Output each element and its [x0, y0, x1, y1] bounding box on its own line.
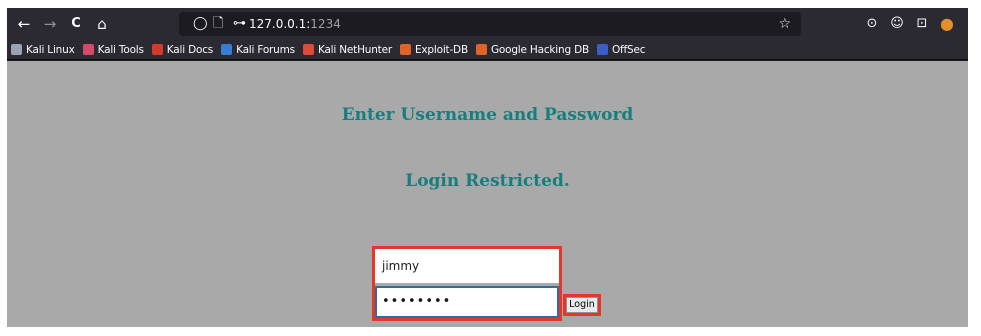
page-icon[interactable]: 🗋: [213, 14, 223, 34]
bookmark-favicon-icon: [151, 44, 163, 55]
forward-icon[interactable]: →: [39, 14, 61, 34]
key-icon[interactable]: ⊶: [233, 14, 246, 34]
bookmark-item[interactable]: Kali Forums: [221, 44, 295, 56]
home-icon[interactable]: ⌂: [91, 14, 113, 34]
url-host: 127.0.0.1:: [249, 17, 311, 31]
profile-icon[interactable]: ⬤: [937, 14, 957, 34]
bookmark-favicon-icon: [221, 44, 233, 55]
bookmark-label: OffSec: [611, 43, 646, 56]
page-heading: Enter Username and Password: [341, 105, 634, 125]
bookmark-item[interactable]: Kali NetHunter: [302, 43, 392, 56]
bookmark-label: Kali Linux: [26, 43, 75, 56]
bookmark-favicon-icon: [11, 44, 22, 55]
bookmark-label: Exploit-DB: [414, 43, 468, 56]
browser-window: ← → C ⌂ ◯ 🗋 ⊶ 127.0.0.1:1234 ☆ ⊙ ☺ ⊡ ⬤ K…: [7, 8, 968, 327]
bookmark-star-icon[interactable]: ☆: [778, 14, 791, 34]
bookmark-favicon-icon: [302, 44, 314, 55]
bookmark-label: Kali Tools: [97, 43, 144, 56]
shield-icon[interactable]: ◯: [193, 14, 208, 34]
back-icon[interactable]: ←: [13, 14, 35, 34]
url-text[interactable]: 127.0.0.1:1234: [249, 14, 341, 34]
url-bar[interactable]: ◯ 🗋 ⊶ 127.0.0.1:1234 ☆: [179, 12, 801, 36]
bookmark-item[interactable]: Kali Tools: [82, 43, 144, 56]
bookmarks-bar: Kali Linux Kali Tools Kali Docs Kali Forums…: [7, 40, 968, 60]
password-input[interactable]: ••••••••: [375, 286, 559, 318]
page-content: Enter Username and Password Login Restri…: [7, 61, 968, 327]
login-button[interactable]: Login: [566, 297, 598, 313]
bookmark-item[interactable]: Google Hacking DB: [475, 43, 589, 56]
bookmark-label: Kali Forums: [236, 43, 295, 56]
url-port: 1234: [310, 17, 341, 31]
toolbar: ← → C ⌂ ◯ 🗋 ⊶ 127.0.0.1:1234 ☆ ⊙ ☺ ⊡ ⬤: [7, 8, 968, 40]
bookmark-item[interactable]: Kali Linux: [11, 44, 75, 56]
bookmark-item[interactable]: Kali Docs: [151, 43, 214, 56]
reload-icon[interactable]: C: [65, 14, 87, 34]
pocket-icon[interactable]: ⊙: [862, 14, 882, 34]
username-input[interactable]: jimmy: [375, 249, 559, 283]
account-icon[interactable]: ☺: [887, 14, 907, 34]
restricted-message: Login Restricted.: [405, 171, 570, 191]
bookmark-label: Kali NetHunter: [317, 43, 392, 56]
bookmark-favicon-icon: [82, 44, 94, 55]
bookmark-label: Google Hacking DB: [490, 43, 589, 56]
extensions-icon[interactable]: ⊡: [912, 14, 932, 34]
bookmark-favicon-icon: [475, 44, 487, 55]
bookmark-item[interactable]: OffSec: [596, 43, 646, 56]
bookmark-label: Kali Docs: [166, 43, 214, 56]
bookmark-item[interactable]: Exploit-DB: [399, 43, 468, 56]
bookmark-favicon-icon: [399, 44, 411, 55]
bookmark-favicon-icon: [596, 44, 608, 55]
